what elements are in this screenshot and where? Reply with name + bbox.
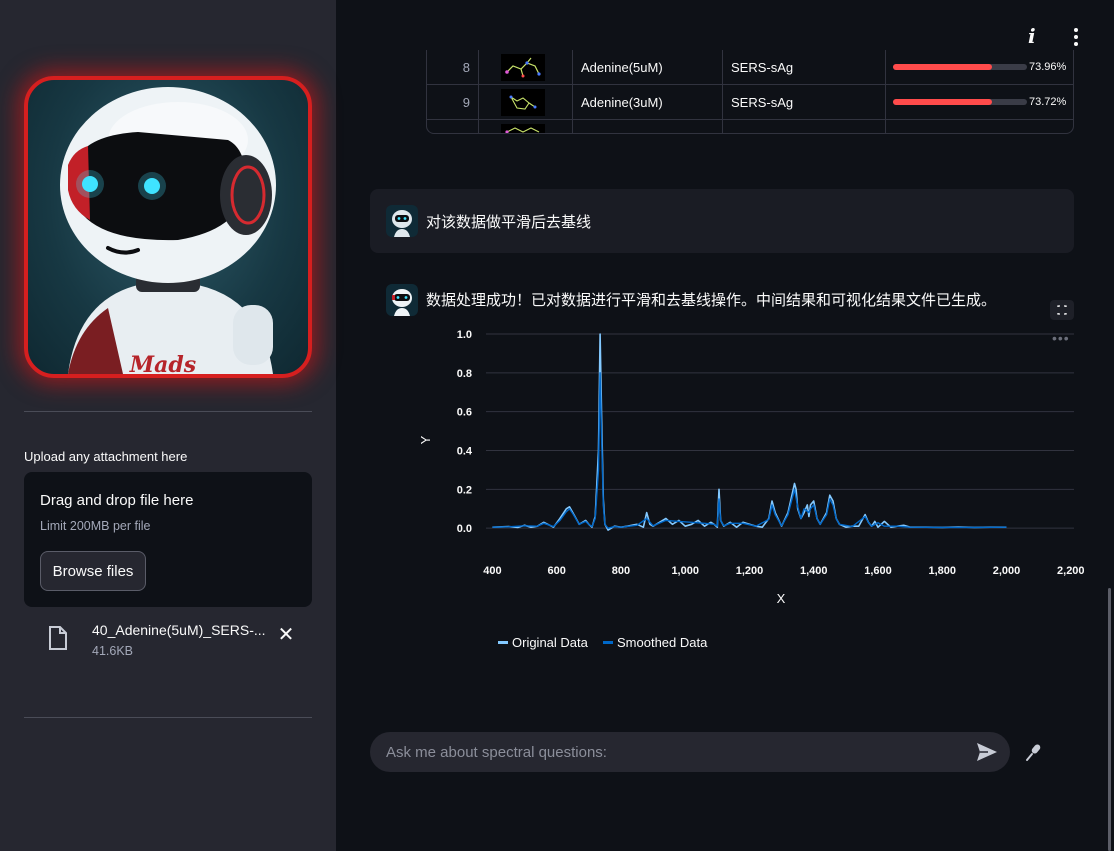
- x-tick-label: 800: [612, 565, 630, 577]
- row-index: 9: [427, 85, 479, 120]
- send-icon[interactable]: [976, 742, 998, 762]
- file-icon: [49, 626, 67, 650]
- x-axis-label: X: [777, 591, 786, 606]
- robot-avatar-image: Mads: [24, 76, 312, 378]
- sidebar-divider-bottom: [24, 717, 312, 718]
- assistant-message-text: 数据处理成功！已对数据进行平滑和去基线操作。中间结果和可视化结果文件已生成。: [426, 292, 997, 309]
- compound-name: Adenine(3uM): [573, 85, 723, 120]
- user-message-text: 对该数据做平滑后去基线: [426, 214, 592, 231]
- x-tick-label: 2,200: [1057, 565, 1084, 577]
- robot-illustration: Mads: [60, 87, 276, 374]
- legend-label-smoothed: Smoothed Data: [617, 635, 708, 650]
- file-dropzone[interactable]: Drag and drop file here Limit 200MB per …: [24, 472, 312, 607]
- microphone-icon[interactable]: [1024, 742, 1044, 762]
- sidebar-divider-top: [24, 411, 312, 412]
- x-tick-label: 1,200: [736, 565, 764, 577]
- molecule-thumbnail: [479, 50, 573, 85]
- info-icon[interactable]: i: [1028, 24, 1042, 48]
- legend-label-original: Original Data: [512, 635, 589, 650]
- legend-swatch-smoothed: [603, 641, 613, 644]
- chart-grid: [486, 333, 1074, 529]
- table-row: 9 Adenine(3uM) SERS-sAg 73.72%: [427, 85, 1073, 120]
- similarity-score: 73.72%: [886, 85, 1073, 120]
- molecule-structure-icon: [501, 124, 545, 133]
- x-axis-ticks: 400 600 800 1,000 1,200 1,400 1,600 1,800 2,000 2…: [483, 565, 1084, 577]
- score-bar-fill: [893, 99, 992, 105]
- row-index: 8: [427, 50, 479, 85]
- file-size: 41.6KB: [92, 644, 134, 658]
- main-scrollbar[interactable]: [1108, 588, 1111, 851]
- dropzone-limit: Limit 200MB per file: [40, 519, 151, 533]
- x-tick-label: 400: [483, 565, 501, 577]
- main-area: i 8 Adenine(5uM) SERS-sAg 73.96% 9 Adeni…: [336, 0, 1114, 851]
- more-vertical-icon[interactable]: [1072, 28, 1080, 46]
- molecule-structure-icon: [501, 54, 545, 81]
- table-row-partial: [427, 120, 1073, 133]
- user-chat-message: 对该数据做平滑后去基线: [370, 189, 1074, 253]
- score-value: 73.72%: [1029, 96, 1067, 108]
- series-line-original: [492, 333, 1007, 531]
- spectrum-type: SERS-sAg: [723, 50, 886, 85]
- molecule-thumbnail: [479, 85, 573, 120]
- dropzone-title: Drag and drop file here: [40, 492, 194, 509]
- y-tick-label: 0.6: [457, 407, 472, 419]
- assistant-avatar: [386, 284, 418, 316]
- score-bar-fill: [893, 64, 993, 70]
- spectrum-type: SERS-sAg: [723, 85, 886, 120]
- score-bar-track: [893, 64, 1027, 70]
- sidebar: Mads Upload any attachment here Drag and…: [0, 0, 336, 851]
- user-avatar: [386, 205, 418, 237]
- y-tick-label: 0.2: [457, 484, 472, 496]
- y-tick-label: 1.0: [457, 329, 472, 341]
- remove-file-icon[interactable]: ✕: [276, 624, 296, 646]
- y-tick-label: 0.4: [457, 446, 473, 458]
- fullscreen-icon[interactable]: [1050, 300, 1074, 320]
- x-tick-label: 600: [548, 565, 566, 577]
- chat-input-container: [370, 732, 1010, 772]
- chart-legend: Original Data Smoothed Data: [498, 635, 708, 650]
- molecule-structure-icon: [501, 89, 545, 116]
- spectrum-chart: 0.0 0.2 0.4 0.6 0.8 1.0 400 600 800 1,000 1,200 1,…: [420, 329, 1084, 650]
- upload-label: Upload any attachment here: [24, 449, 188, 464]
- y-axis-label: Y: [420, 435, 433, 444]
- file-name: 40_Adenine(5uM)_SERS-...: [92, 622, 266, 638]
- score-bar-track: [893, 99, 1027, 105]
- chat-input[interactable]: [386, 732, 966, 772]
- x-tick-label: 2,000: [993, 565, 1021, 577]
- compound-name: Adenine(5uM): [573, 50, 723, 85]
- score-value: 73.96%: [1029, 61, 1067, 73]
- similarity-score: 73.96%: [886, 50, 1073, 85]
- legend-swatch-original: [498, 641, 508, 644]
- browse-files-button[interactable]: Browse files: [40, 551, 146, 591]
- avatar-logo-text: Mads: [129, 352, 196, 374]
- y-tick-label: 0.0: [457, 523, 472, 535]
- x-tick-label: 1,600: [864, 565, 892, 577]
- x-tick-label: 1,400: [800, 565, 828, 577]
- chart-lines: [492, 333, 1007, 531]
- x-tick-label: 1,800: [928, 565, 956, 577]
- x-tick-label: 1,000: [671, 565, 699, 577]
- y-tick-label: 0.8: [457, 368, 472, 380]
- y-axis-ticks: 0.0 0.2 0.4 0.6 0.8 1.0: [457, 329, 473, 535]
- results-table: 8 Adenine(5uM) SERS-sAg 73.96% 9 Adenine…: [426, 50, 1074, 134]
- table-row: 8 Adenine(5uM) SERS-sAg 73.96%: [427, 50, 1073, 85]
- uploaded-file-item: 40_Adenine(5uM)_SERS-... 41.6KB ✕: [24, 612, 312, 668]
